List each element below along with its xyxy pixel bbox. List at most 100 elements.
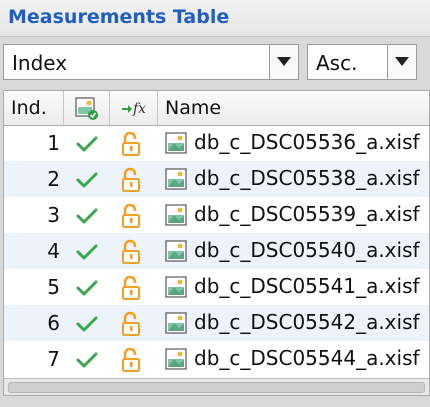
row-name-cell: db_c_DSC05542_a.xisf <box>194 305 429 341</box>
unlocked-padlock-icon <box>122 347 140 372</box>
row-index-cell: 4 <box>4 233 64 269</box>
formula-icon: fx <box>122 101 146 117</box>
checkmark-icon <box>76 280 98 296</box>
chevron-down-icon <box>277 57 291 66</box>
row-index-cell: 3 <box>4 197 64 233</box>
file-icon-cell <box>164 305 188 341</box>
sort-field-select[interactable]: Index <box>3 44 299 80</box>
lock-toggle[interactable] <box>110 161 160 197</box>
row-name-cell: db_c_DSC05540_a.xisf <box>194 233 429 269</box>
table-row[interactable]: 7 db_c_DSC05544_a.xisf <box>4 341 429 377</box>
lock-toggle[interactable] <box>110 197 160 233</box>
panel-title-bar: Measurements Table <box>0 0 430 37</box>
row-name-cell: db_c_DSC05541_a.xisf <box>194 269 429 305</box>
file-icon-cell <box>164 233 188 269</box>
panel-title: Measurements Table <box>8 6 230 28</box>
chevron-down-icon <box>395 57 409 66</box>
file-name: db_c_DSC05536_a.xisf <box>194 130 420 154</box>
checkmark-icon <box>76 244 98 260</box>
checkmark-icon <box>76 352 98 368</box>
row-index-cell: 6 <box>4 305 64 341</box>
file-name: db_c_DSC05539_a.xisf <box>194 202 420 226</box>
sort-order-value: Asc. <box>316 51 358 75</box>
image-file-icon <box>165 276 187 298</box>
sort-order-dropdown-button[interactable] <box>387 45 416 79</box>
file-icon-cell <box>164 125 188 161</box>
row-name-cell: db_c_DSC05544_a.xisf <box>194 341 429 377</box>
column-header-index-label: Ind. <box>11 97 47 119</box>
row-name-cell: db_c_DSC05538_a.xisf <box>194 161 429 197</box>
unlocked-padlock-icon <box>122 275 140 300</box>
approved-toggle[interactable] <box>64 341 110 377</box>
unlocked-padlock-icon <box>122 203 140 228</box>
sort-order-select[interactable]: Asc. <box>307 44 417 80</box>
unlocked-padlock-icon <box>122 131 140 156</box>
table-header: Ind. fx Name <box>4 91 429 126</box>
file-name: db_c_DSC05541_a.xisf <box>194 274 420 298</box>
image-file-icon <box>165 132 187 154</box>
lock-toggle[interactable] <box>110 233 160 269</box>
column-header-index[interactable]: Ind. <box>4 91 64 125</box>
table-row[interactable]: 6 db_c_DSC05542_a.xisf <box>4 305 429 341</box>
table-row[interactable]: 5 db_c_DSC05541_a.xisf <box>4 269 429 305</box>
unlocked-padlock-icon <box>122 311 140 336</box>
sort-field-dropdown-button[interactable] <box>269 45 298 79</box>
svg-text:fx: fx <box>132 101 146 117</box>
table-row[interactable]: 4 db_c_DSC05540_a.xisf <box>4 233 429 269</box>
image-file-icon <box>165 204 187 226</box>
row-index: 7 <box>47 347 60 371</box>
lock-toggle[interactable] <box>110 341 160 377</box>
row-index-cell: 5 <box>4 269 64 305</box>
row-index: 1 <box>47 131 60 155</box>
column-header-name-label: Name <box>165 97 222 119</box>
image-file-icon <box>165 348 187 370</box>
unlocked-padlock-icon <box>122 239 140 264</box>
file-icon-cell <box>164 269 188 305</box>
file-icon-cell <box>164 161 188 197</box>
approved-toggle[interactable] <box>64 269 110 305</box>
lock-toggle[interactable] <box>110 305 160 341</box>
file-name: db_c_DSC05542_a.xisf <box>194 310 420 334</box>
approved-toggle[interactable] <box>64 233 110 269</box>
approved-toggle[interactable] <box>64 161 110 197</box>
row-name-cell: db_c_DSC05539_a.xisf <box>194 197 429 233</box>
file-icon-cell <box>164 341 188 377</box>
checkmark-icon <box>76 172 98 188</box>
file-name: db_c_DSC05540_a.xisf <box>194 238 420 262</box>
row-index: 2 <box>47 167 60 191</box>
lock-toggle[interactable] <box>110 269 160 305</box>
image-file-icon <box>165 168 187 190</box>
image-file-icon <box>165 240 187 262</box>
row-index: 3 <box>47 203 60 227</box>
file-icon-cell <box>164 197 188 233</box>
row-name-cell: db_c_DSC05536_a.xisf <box>194 125 429 161</box>
row-index-cell: 2 <box>4 161 64 197</box>
image-file-icon <box>165 312 187 334</box>
row-index: 4 <box>47 239 60 263</box>
lock-toggle[interactable] <box>110 125 160 161</box>
sort-field-value: Index <box>12 51 68 75</box>
table-row[interactable]: 1 db_c_DSC05536_a.xisf <box>4 125 429 161</box>
column-header-weight[interactable]: fx <box>110 91 158 125</box>
checkmark-icon <box>76 208 98 224</box>
row-index-cell: 1 <box>4 125 64 161</box>
horizontal-scrollbar[interactable] <box>4 378 429 395</box>
file-name: db_c_DSC05544_a.xisf <box>194 346 420 370</box>
table-row[interactable]: 2 db_c_DSC05538_a.xisf <box>4 161 429 197</box>
row-index: 6 <box>47 311 60 335</box>
approved-toggle[interactable] <box>64 305 110 341</box>
table-row[interactable]: 3 db_c_DSC05539_a.xisf <box>4 197 429 233</box>
column-header-name[interactable]: Name <box>158 91 429 125</box>
approved-toggle[interactable] <box>64 197 110 233</box>
unlocked-padlock-icon <box>122 167 140 192</box>
checkmark-icon <box>76 316 98 332</box>
file-name: db_c_DSC05538_a.xisf <box>194 166 420 190</box>
scrollbar-thumb[interactable] <box>8 382 425 393</box>
approved-image-icon <box>75 97 98 120</box>
row-index: 5 <box>47 275 60 299</box>
column-header-approved[interactable] <box>64 91 110 125</box>
approved-toggle[interactable] <box>64 125 110 161</box>
checkmark-icon <box>76 136 98 152</box>
row-index-cell: 7 <box>4 341 64 377</box>
measurements-table[interactable]: Ind. fx Name 1 db_c_DSC05536_a.xisf 2 db_c_… <box>3 90 430 396</box>
